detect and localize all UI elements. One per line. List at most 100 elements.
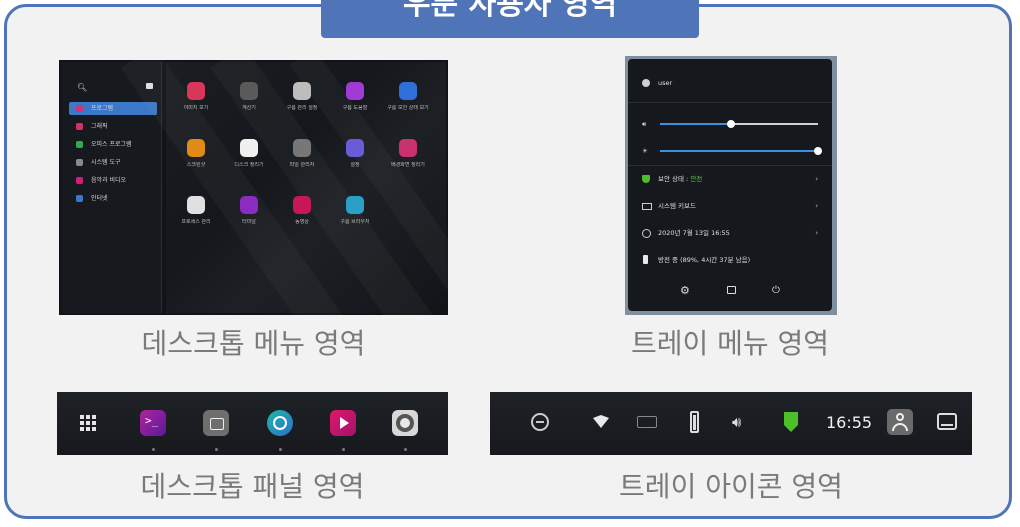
app-launcher[interactable]: 프로세스 관리 [171, 196, 221, 225]
security-label: 보안 상태 : [658, 175, 691, 183]
app-label: 설정 [350, 162, 360, 168]
security-row[interactable]: 보안 상태 : 안전 › [642, 173, 818, 185]
app-icon [399, 139, 417, 157]
app-label: 디스크 정리기 [234, 162, 264, 168]
app-label: 스크린샷 [186, 162, 206, 168]
volume-slider[interactable] [660, 120, 818, 128]
app-launcher[interactable]: 구름 보안 상태 보기 [383, 82, 433, 111]
video-icon[interactable] [330, 410, 356, 436]
volume-icon[interactable]: 🔊︎ [732, 413, 741, 431]
terminal-icon[interactable]: >_ [140, 410, 166, 436]
shield-icon [642, 175, 650, 183]
apps-grid-icon[interactable] [80, 415, 97, 432]
app-label: 터미널 [242, 219, 256, 225]
app-icon [346, 139, 364, 157]
app-launcher[interactable]: 디스크 정리기 [224, 139, 274, 168]
desktop-icon[interactable] [937, 413, 957, 430]
app-icon [240, 139, 258, 157]
app-launcher[interactable]: 동영상 [277, 196, 327, 225]
tray-menu: user 🔊︎ ☀ 보안 상태 : 안전 › 시스템 키보드 › 2020년 7… [625, 56, 837, 315]
graphics-icon [76, 123, 83, 130]
battery-row: 방전 중 (89%, 4시간 37분 남음) [642, 254, 818, 266]
app-icon [346, 196, 364, 214]
keyboard-row[interactable]: 시스템 키보드 › [642, 200, 818, 212]
app-icon [346, 82, 364, 100]
menu-category[interactable]: 음악과 비디오 [69, 174, 157, 187]
battery-icon[interactable] [690, 411, 699, 433]
desktop-menu: 🔍︎ 프로그램그래픽오피스 프로그램시스템 도구음악과 비디오인터넷 이미지 보… [59, 60, 448, 315]
settings-icon[interactable]: ⚙ [680, 284, 690, 297]
app-launcher[interactable]: 설정 [330, 139, 380, 168]
caption-tray-menu: 트레이 메뉴 영역 [630, 327, 830, 360]
search-icon[interactable]: 🔍︎ [77, 83, 87, 92]
menu-category-label: 시스템 도구 [91, 159, 121, 166]
tray-clock[interactable]: 16:55 [826, 413, 872, 432]
menu-category-label: 프로그램 [91, 105, 114, 112]
chevron-right-icon: › [815, 229, 818, 237]
browser-icon[interactable] [267, 410, 293, 436]
apps-icon [76, 105, 83, 112]
chevron-right-icon: › [815, 175, 818, 183]
datetime-row[interactable]: 2020년 7월 13일 16:55 › [642, 227, 818, 239]
security-value: 안전 [690, 175, 703, 183]
menu-category[interactable]: 오피스 프로그램 [69, 138, 157, 151]
app-launcher[interactable]: 터미널 [224, 196, 274, 225]
app-icon [187, 82, 205, 100]
update-icon[interactable] [531, 413, 549, 431]
app-launcher[interactable]: 이미지 보기 [171, 82, 221, 111]
app-launcher[interactable]: 스크린샷 [171, 139, 221, 168]
caption-desktop-menu: 데스크톱 메뉴 영역 [141, 327, 366, 360]
menu-category[interactable]: 그래픽 [69, 120, 157, 133]
tray-user-row[interactable]: user [642, 77, 818, 89]
menu-category[interactable]: 인터넷 [69, 192, 157, 205]
app-icon [293, 139, 311, 157]
caption-desktop-panel: 데스크톱 패널 영역 [140, 470, 365, 503]
app-label: 구름 보안 상태 보기 [387, 105, 429, 111]
caption-tray-icons: 트레이 아이콘 영역 [619, 470, 843, 503]
running-dot [152, 448, 155, 451]
clock-icon [642, 229, 651, 238]
wifi-icon[interactable] [593, 414, 609, 433]
app-launcher[interactable]: 파일 관리자 [277, 139, 327, 168]
app-label: 배경화면 정리기 [391, 162, 425, 168]
office-icon [76, 141, 83, 148]
lock-icon[interactable] [727, 286, 736, 294]
app-launcher[interactable]: 계산기 [224, 82, 274, 111]
page-title: 우분 사용자 영역 [321, 0, 699, 38]
shield-icon[interactable] [784, 412, 798, 436]
battery-icon [643, 255, 648, 264]
app-icon [399, 82, 417, 100]
keyboard-label: 시스템 키보드 [658, 202, 696, 210]
app-label: 계산기 [242, 105, 256, 111]
system-icon [76, 159, 83, 166]
app-launcher[interactable]: 구름 도움말 [330, 82, 380, 111]
app-icon [293, 82, 311, 100]
app-label: 동영상 [295, 219, 309, 225]
volume-icon: 🔊︎ [642, 120, 647, 128]
app-launcher[interactable]: 구름 브라우저 [330, 196, 380, 225]
power-icon[interactable]: ⏻ [772, 285, 780, 296]
chevron-right-icon: › [815, 202, 818, 210]
brightness-icon: ☀ [642, 147, 648, 155]
menu-category-label: 그래픽 [91, 123, 108, 130]
user-icon[interactable] [887, 409, 913, 435]
menu-category-label: 오피스 프로그램 [91, 141, 132, 148]
desktop-panel: >_ [57, 392, 448, 455]
app-launcher[interactable]: 배경화면 정리기 [383, 139, 433, 168]
settings-app-icon[interactable] [392, 410, 418, 436]
keyboard-icon[interactable] [637, 416, 657, 428]
app-label: 구름 브라우저 [340, 219, 370, 225]
app-launcher[interactable]: 구름 관리 설정 [277, 82, 327, 111]
user-name: user [658, 79, 673, 87]
menu-category[interactable]: 시스템 도구 [69, 156, 157, 169]
app-icon [240, 82, 258, 100]
running-dot [404, 448, 407, 451]
app-label: 프로세스 관리 [181, 219, 211, 225]
app-label: 구름 도움말 [342, 105, 368, 111]
files-icon[interactable] [203, 410, 229, 436]
app-icon [187, 139, 205, 157]
app-icon [293, 196, 311, 214]
brightness-slider[interactable] [660, 147, 822, 155]
menu-category[interactable]: 프로그램 [69, 102, 157, 115]
media-icon [76, 177, 83, 184]
